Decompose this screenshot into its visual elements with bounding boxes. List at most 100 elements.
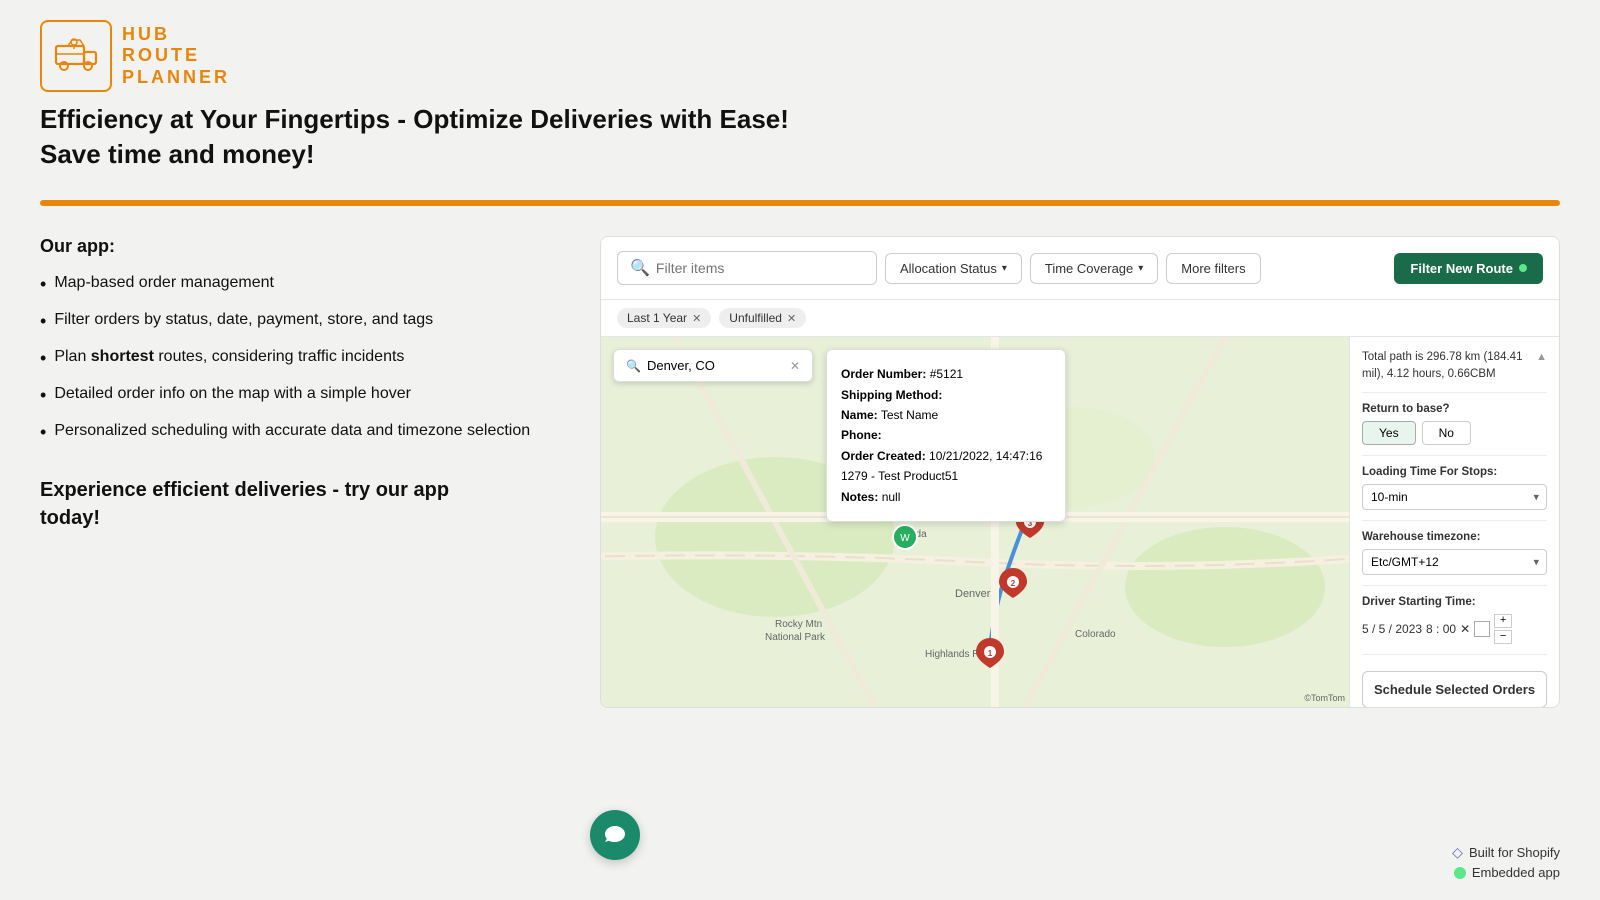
order-number-value: #5121 <box>930 367 963 381</box>
time-stepper: + − <box>1494 614 1512 644</box>
warehouse-tz-section: Warehouse timezone: Etc/GMT+12 <box>1362 531 1547 586</box>
svg-text:Denver: Denver <box>955 588 991 600</box>
map-container: Denver Arvada Cheyenne Highlands Ranch R… <box>601 337 1349 707</box>
return-base-label: Return to base? <box>1362 403 1547 415</box>
logo: HUB ROUTE PLANNER <box>40 20 230 92</box>
more-filters-button[interactable]: More filters <box>1166 253 1260 284</box>
order-number-label: Order Number: <box>841 367 926 381</box>
time-coverage-button[interactable]: Time Coverage ▾ <box>1030 253 1158 284</box>
chevron-up-icon[interactable]: ▲ <box>1536 349 1547 366</box>
return-base-section: Return to base? Yes No <box>1362 403 1547 456</box>
shopify-item: ◇ Built for Shopify <box>1452 844 1560 861</box>
chevron-down-icon: ▾ <box>1002 263 1007 274</box>
app-toolbar: 🔍 Allocation Status ▾ Time Coverage ▾ Mo… <box>601 237 1559 300</box>
cta-line1: Experience efficient deliveries - try ou… <box>40 479 449 501</box>
svg-text:2: 2 <box>1011 579 1016 588</box>
time-coverage-label: Time Coverage <box>1045 261 1133 276</box>
tag-last-year[interactable]: Last 1 Year ✕ <box>617 308 711 328</box>
search-icon: 🔍 <box>630 258 650 278</box>
calendar-icon[interactable] <box>1474 621 1490 637</box>
embedded-item: Embedded app <box>1454 865 1560 880</box>
chat-bubble[interactable] <box>590 810 640 860</box>
svg-text:National Park: National Park <box>765 632 826 643</box>
cta-text: Experience efficient deliveries - try ou… <box>40 476 560 532</box>
name-value: Test Name <box>881 408 938 422</box>
shopify-icon: ◇ <box>1452 844 1463 861</box>
svg-text:1: 1 <box>988 649 993 658</box>
driver-time-row: 5 / 5 / 2023 8 : 00 ✕ + − <box>1362 614 1547 644</box>
notes-value: null <box>882 490 901 504</box>
logo-icon <box>40 20 112 92</box>
yes-button[interactable]: Yes <box>1362 421 1416 445</box>
left-panel: Our app: Map-based order management Filt… <box>40 236 600 532</box>
map-search[interactable]: 🔍 ✕ <box>613 349 813 382</box>
loading-time-select-wrapper: 10-min <box>1362 484 1547 510</box>
feature-list: Map-based order management Filter orders… <box>40 271 560 446</box>
close-icon[interactable]: ✕ <box>692 312 701 325</box>
order-created-label: Order Created: <box>841 449 926 463</box>
search-box[interactable]: 🔍 <box>617 251 877 285</box>
yes-no-buttons: Yes No <box>1362 421 1547 445</box>
logo-line1: HUB <box>122 24 230 46</box>
time-plus-button[interactable]: + <box>1494 614 1512 628</box>
close-icon[interactable]: ✕ <box>790 359 800 373</box>
time-minus-button[interactable]: − <box>1494 630 1512 644</box>
svg-text:W: W <box>900 533 910 544</box>
tag-label: Last 1 Year <box>627 311 687 325</box>
chat-icon <box>603 823 627 847</box>
clear-time-icon[interactable]: ✕ <box>1460 622 1470 636</box>
feature-text-2: Filter orders by status, date, payment, … <box>54 308 433 332</box>
svg-text:Rocky Mtn: Rocky Mtn <box>775 619 822 630</box>
phone-label: Phone: <box>841 428 882 442</box>
loading-time-section: Loading Time For Stops: 10-min <box>1362 466 1547 521</box>
headline-line1: Efficiency at Your Fingertips - Optimize… <box>40 104 789 134</box>
shipping-method-label: Shipping Method: <box>841 388 942 402</box>
embedded-label: Embedded app <box>1472 865 1560 880</box>
logo-line3: PLANNER <box>122 67 230 89</box>
logo-line2: ROUTE <box>122 45 230 67</box>
app-panel: 🔍 Allocation Status ▾ Time Coverage ▾ Mo… <box>600 236 1560 708</box>
main-content: Our app: Map-based order management Filt… <box>0 206 1600 728</box>
search-input[interactable] <box>656 260 864 276</box>
shopify-label: Built for Shopify <box>1469 845 1560 860</box>
order-popup: Order Number: #5121 Shipping Method: Nam… <box>826 349 1066 522</box>
logo-text: HUB ROUTE PLANNER <box>122 24 230 89</box>
svg-text:Colorado: Colorado <box>1075 629 1116 640</box>
our-app-label: Our app: <box>40 236 560 257</box>
driver-time-section: Driver Starting Time: 5 / 5 / 2023 8 : 0… <box>1362 596 1547 655</box>
allocation-status-button[interactable]: Allocation Status ▾ <box>885 253 1022 284</box>
list-item: Detailed order info on the map with a si… <box>40 382 560 409</box>
driver-start-label: Driver Starting Time: <box>1362 596 1547 608</box>
loading-time-label: Loading Time For Stops: <box>1362 466 1547 478</box>
notes-label: Notes: <box>841 490 878 504</box>
filter-new-route-label: Filter New Route <box>1410 261 1513 276</box>
map-area: Denver Arvada Cheyenne Highlands Ranch R… <box>601 337 1559 707</box>
name-label: Name: <box>841 408 878 422</box>
order-created-value: 10/21/2022, 14:47:16 <box>929 449 1042 463</box>
list-item: Filter orders by status, date, payment, … <box>40 308 560 335</box>
tag-unfulfilled[interactable]: Unfulfilled ✕ <box>719 308 806 328</box>
map-search-input[interactable] <box>647 358 784 373</box>
headline-line2: Save time and money! <box>40 139 315 169</box>
filter-new-route-button[interactable]: Filter New Route <box>1394 253 1543 284</box>
filter-tags: Last 1 Year ✕ Unfulfilled ✕ <box>601 300 1559 337</box>
no-button[interactable]: No <box>1422 421 1471 445</box>
allocation-status-label: Allocation Status <box>900 261 997 276</box>
warehouse-tz-label: Warehouse timezone: <box>1362 531 1547 543</box>
header: HUB ROUTE PLANNER <box>0 0 1600 102</box>
headline: Efficiency at Your Fingertips - Optimize… <box>40 102 1560 172</box>
warehouse-tz-select[interactable]: Etc/GMT+12 <box>1362 549 1547 575</box>
embedded-icon <box>1454 867 1466 879</box>
search-icon: 🔍 <box>626 359 641 373</box>
schedule-selected-orders-button[interactable]: Schedule Selected Orders <box>1362 671 1547 708</box>
more-filters-label: More filters <box>1181 261 1245 276</box>
path-info-text: Total path is 296.78 km (184.41 mil), 4.… <box>1362 349 1536 384</box>
list-item: Map-based order management <box>40 271 560 298</box>
tag-label: Unfulfilled <box>729 311 782 325</box>
warehouse-tz-select-wrapper: Etc/GMT+12 <box>1362 549 1547 575</box>
close-icon[interactable]: ✕ <box>787 312 796 325</box>
driver-date: 5 / 5 / 2023 <box>1362 622 1422 636</box>
feature-text-1: Map-based order management <box>54 271 274 295</box>
loading-time-select[interactable]: 10-min <box>1362 484 1547 510</box>
product-line: 1279 - Test Product51 <box>841 466 1051 486</box>
